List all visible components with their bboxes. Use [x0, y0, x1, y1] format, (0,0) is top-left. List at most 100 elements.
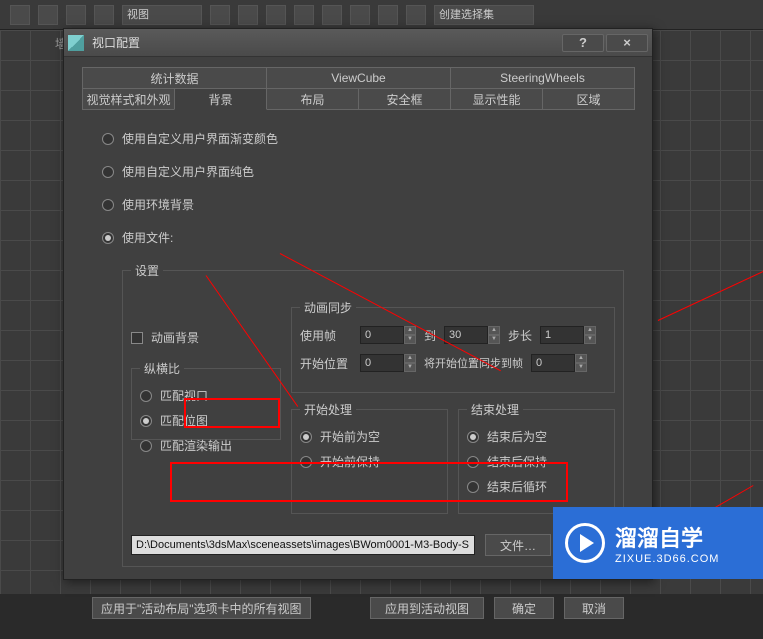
- toolbar-icon[interactable]: [350, 5, 370, 25]
- close-button[interactable]: ×: [606, 34, 648, 52]
- file-button[interactable]: 文件…: [485, 534, 551, 556]
- spin-up-icon[interactable]: ▲: [404, 326, 416, 335]
- radio-label: 开始前为空: [320, 428, 380, 445]
- option-label: 使用自定义用户界面纯色: [122, 163, 254, 180]
- file-path-input[interactable]: [131, 535, 475, 555]
- end-hold[interactable]: 结束后保持: [467, 453, 606, 470]
- spin-up-icon[interactable]: ▲: [575, 354, 587, 363]
- toolbar-icon[interactable]: [266, 5, 286, 25]
- frame-to-input[interactable]: [444, 326, 488, 344]
- anim-sync-fieldset: 动画同步 使用帧 ▲▼ 到: [291, 299, 615, 393]
- use-frame-label: 使用帧: [300, 327, 360, 344]
- toolbar-icon[interactable]: [94, 5, 114, 25]
- radio-icon: [102, 133, 114, 145]
- option-env[interactable]: 使用环境背景: [102, 196, 624, 213]
- tab-steeringwheels[interactable]: SteeringWheels: [450, 67, 635, 89]
- option-solid[interactable]: 使用自定义用户界面纯色: [102, 163, 624, 180]
- radio-label: 结束后保持: [487, 453, 547, 470]
- spin-down-icon[interactable]: ▼: [488, 335, 500, 344]
- radio-icon: [140, 440, 152, 452]
- frame-from-spinner[interactable]: ▲▼: [360, 326, 416, 344]
- checkbox-label: 动画背景: [151, 329, 199, 346]
- tab-visual-style[interactable]: 视觉样式和外观: [82, 88, 175, 110]
- radio-icon: [140, 390, 152, 402]
- selection-set-dropdown[interactable]: 创建选择集: [434, 5, 534, 25]
- option-label: 使用自定义用户界面渐变颜色: [122, 130, 278, 147]
- radio-label: 匹配位图: [160, 412, 208, 429]
- start-pos-input[interactable]: [360, 354, 404, 372]
- end-proc-fieldset: 结束处理 结束后为空 结束后保持: [458, 401, 615, 514]
- checkbox-icon: [131, 332, 143, 344]
- start-pos-spinner[interactable]: ▲▼: [360, 354, 416, 372]
- radio-icon: [467, 456, 479, 468]
- option-label: 使用环境背景: [122, 196, 194, 213]
- toolbar-icon[interactable]: [10, 5, 30, 25]
- toolbar-icon[interactable]: [66, 5, 86, 25]
- start-pos-label: 开始位置: [300, 355, 360, 372]
- radio-icon: [467, 481, 479, 493]
- sync-start-input[interactable]: [531, 354, 575, 372]
- radio-label: 匹配渲染输出: [160, 437, 232, 454]
- spin-down-icon[interactable]: ▼: [404, 363, 416, 372]
- spin-up-icon[interactable]: ▲: [488, 326, 500, 335]
- tab-regions[interactable]: 区域: [542, 88, 635, 110]
- spin-up-icon[interactable]: ▲: [404, 354, 416, 363]
- start-proc-legend: 开始处理: [300, 401, 356, 418]
- apply-active-button[interactable]: 应用到活动视图: [370, 597, 484, 619]
- tab-safe-frame[interactable]: 安全框: [358, 88, 451, 110]
- aspect-viewport[interactable]: 匹配视口: [140, 387, 272, 404]
- end-blank[interactable]: 结束后为空: [467, 428, 606, 445]
- toolbar-icon[interactable]: [322, 5, 342, 25]
- toolbar-icon[interactable]: [406, 5, 426, 25]
- start-hold[interactable]: 开始前保持: [300, 453, 439, 470]
- aspect-bitmap[interactable]: 匹配位图: [140, 412, 272, 429]
- spin-down-icon[interactable]: ▼: [584, 335, 596, 344]
- toolbar-icon[interactable]: [378, 5, 398, 25]
- step-label: 步长: [508, 327, 532, 344]
- settings-fieldset: 设置 动画背景 纵横比: [122, 262, 624, 567]
- end-loop[interactable]: 结束后循环: [467, 478, 606, 495]
- spin-down-icon[interactable]: ▼: [404, 335, 416, 344]
- step-spinner[interactable]: ▲▼: [540, 326, 596, 344]
- view-dropdown[interactable]: 视图: [122, 5, 202, 25]
- spin-down-icon[interactable]: ▼: [575, 363, 587, 372]
- radio-label: 结束后为空: [487, 428, 547, 445]
- tabs-row-2: 视觉样式和外观 背景 布局 安全框 显示性能 区域: [82, 88, 634, 110]
- checkbox-anim-bg[interactable]: 动画背景: [131, 329, 281, 346]
- help-button[interactable]: ?: [562, 34, 604, 52]
- radio-label: 结束后循环: [487, 478, 547, 495]
- toolbar-icon[interactable]: [294, 5, 314, 25]
- tab-background[interactable]: 背景: [174, 88, 267, 110]
- viewport-config-dialog: 视口配置 ? × 统计数据 ViewCube SteeringWheels 视觉…: [63, 28, 653, 580]
- start-blank[interactable]: 开始前为空: [300, 428, 439, 445]
- tab-display-perf[interactable]: 显示性能: [450, 88, 543, 110]
- apply-layout-button[interactable]: 应用于"活动布局"选项卡中的所有视图: [92, 597, 311, 619]
- step-input[interactable]: [540, 326, 584, 344]
- aspect-render[interactable]: 匹配渲染输出: [140, 437, 272, 454]
- dialog-title: 视口配置: [92, 34, 560, 51]
- play-icon: [565, 523, 605, 563]
- end-proc-legend: 结束处理: [467, 401, 523, 418]
- tab-layout[interactable]: 布局: [266, 88, 359, 110]
- spin-up-icon[interactable]: ▲: [584, 326, 596, 335]
- settings-legend: 设置: [131, 262, 163, 279]
- watermark-title: 溜溜自学: [615, 521, 719, 553]
- watermark-url: ZIXUE.3D66.COM: [615, 553, 719, 565]
- start-proc-fieldset: 开始处理 开始前为空 开始前保持: [291, 401, 448, 514]
- radio-icon: [467, 431, 479, 443]
- tab-statistics[interactable]: 统计数据: [82, 67, 267, 89]
- toolbar-icon[interactable]: [210, 5, 230, 25]
- option-gradient[interactable]: 使用自定义用户界面渐变颜色: [102, 130, 624, 147]
- sync-start-spinner[interactable]: ▲▼: [531, 354, 587, 372]
- watermark: 溜溜自学 ZIXUE.3D66.COM: [553, 507, 763, 579]
- main-toolbar: 视图 创建选择集: [0, 0, 763, 30]
- frame-to-spinner[interactable]: ▲▼: [444, 326, 500, 344]
- tab-viewcube[interactable]: ViewCube: [266, 67, 451, 89]
- option-file[interactable]: 使用文件:: [102, 229, 624, 246]
- ok-button[interactable]: 确定: [494, 597, 554, 619]
- cancel-button[interactable]: 取消: [564, 597, 624, 619]
- dialog-titlebar[interactable]: 视口配置 ? ×: [64, 29, 652, 57]
- toolbar-icon[interactable]: [38, 5, 58, 25]
- toolbar-icon[interactable]: [238, 5, 258, 25]
- frame-from-input[interactable]: [360, 326, 404, 344]
